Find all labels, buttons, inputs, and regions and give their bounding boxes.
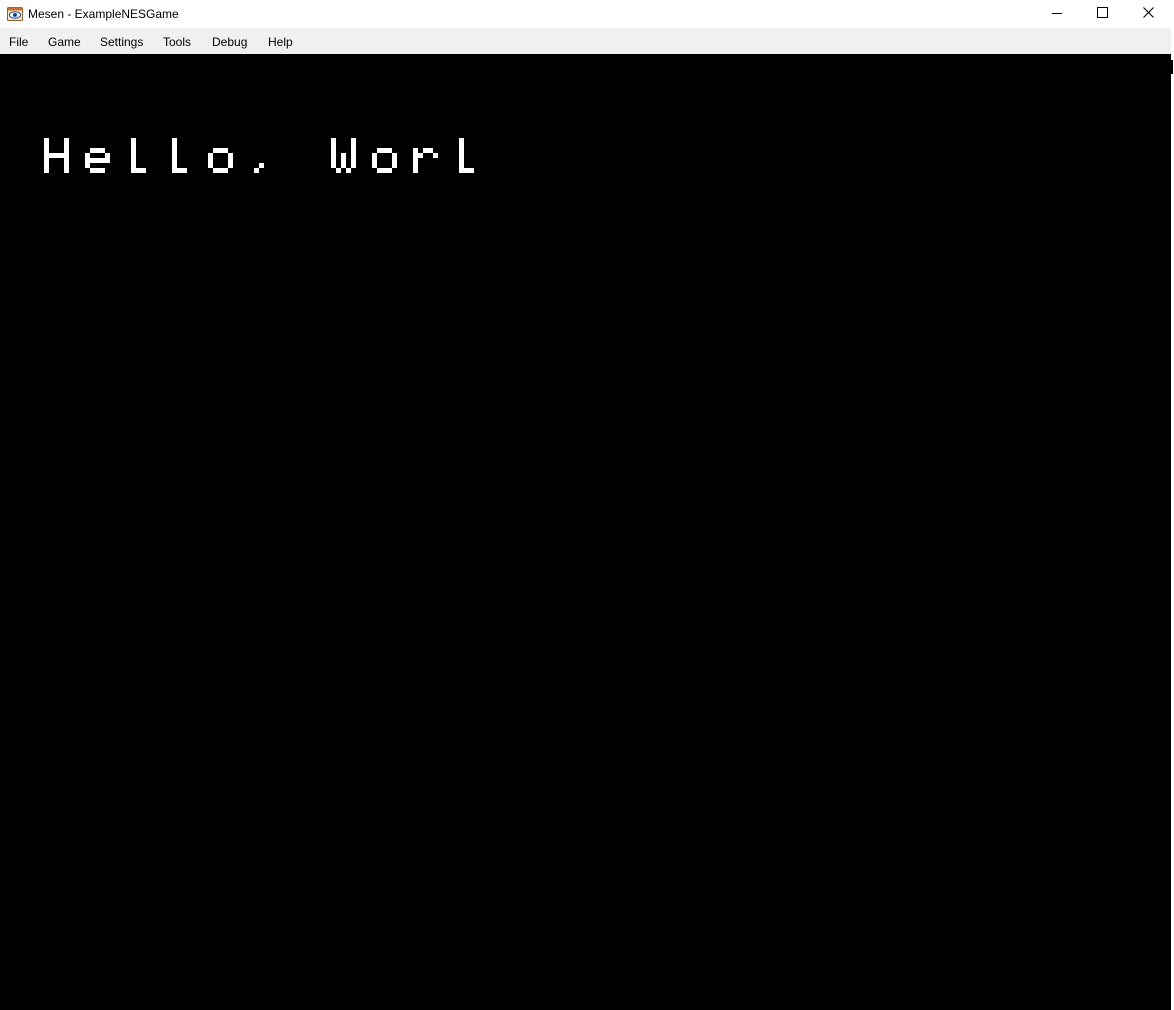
game-screen[interactable] [0, 54, 1171, 1010]
glyph-l [172, 138, 187, 173]
minimize-button[interactable] [1034, 0, 1080, 28]
mesen-app-icon [7, 6, 23, 22]
maximize-icon [1096, 5, 1108, 23]
minimize-icon [1052, 5, 1062, 23]
window-border-mark [1171, 60, 1173, 74]
glyph-comma [254, 163, 264, 173]
menu-file[interactable]: File [5, 28, 32, 54]
emulator-window: Mesen - ExampleNESGame File Game Setting… [0, 0, 1174, 1010]
glyph-H [44, 138, 69, 173]
menu-bar: File Game Settings Tools Debug Help [0, 28, 1171, 55]
menu-settings[interactable]: Settings [96, 28, 147, 54]
close-button[interactable] [1125, 0, 1171, 28]
menu-debug[interactable]: Debug [208, 28, 251, 54]
menu-tools[interactable]: Tools [159, 28, 195, 54]
glyph-e [85, 148, 110, 173]
glyph-r [413, 148, 438, 173]
hello-world-text [42, 132, 482, 176]
glyph-l [459, 138, 474, 173]
title-bar[interactable]: Mesen - ExampleNESGame [0, 0, 1174, 28]
glyph-o [208, 148, 233, 173]
close-icon [1142, 5, 1154, 23]
window-title: Mesen - ExampleNESGame [28, 7, 179, 21]
maximize-button[interactable] [1079, 0, 1125, 28]
menu-game[interactable]: Game [44, 28, 85, 54]
glyph-o [372, 148, 397, 173]
glyph-l [131, 138, 146, 173]
menu-help[interactable]: Help [264, 28, 297, 54]
glyph-W [331, 138, 356, 173]
